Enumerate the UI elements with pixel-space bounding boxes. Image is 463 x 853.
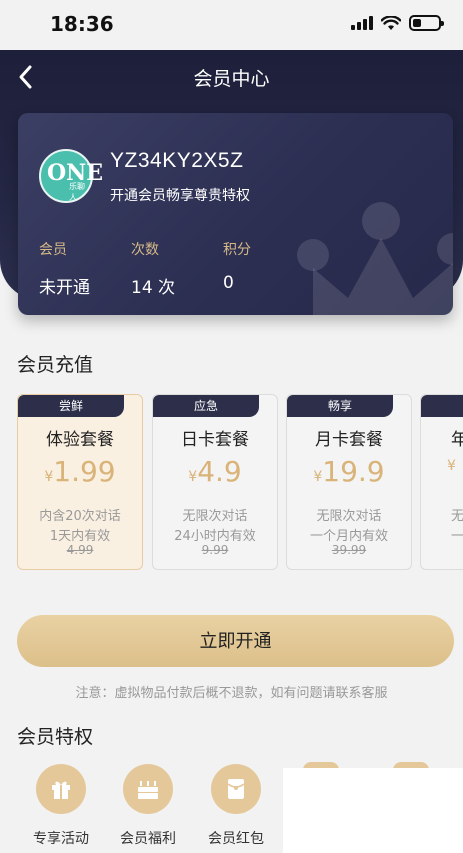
package-name: 体验套餐	[46, 430, 114, 450]
package-price-value: 19.9	[322, 455, 385, 488]
package-name: 年	[451, 430, 463, 450]
package-original-price: 39.99	[331, 543, 367, 557]
currency-symbol: ¥	[188, 469, 198, 485]
currency-symbol: ¥	[447, 458, 456, 474]
package-price: ¥19.9	[287, 455, 411, 488]
cellular-signal-icon	[351, 16, 373, 30]
refund-notice: 注意：虚拟物品付款后概不退款，如有问题请联系客服	[75, 686, 388, 701]
package-desc-2: 24小时内有效	[174, 529, 256, 544]
package-original-price: 4.99	[66, 543, 94, 557]
package-tag	[421, 395, 463, 417]
member-card: ONE 乐聊人 YZ34KY2X5Z 开通会员畅享尊贵特权 会员 未开通 次数 …	[18, 113, 453, 315]
package-desc-2: 1天内有效	[49, 529, 111, 544]
package-price-value: 4.9	[197, 455, 242, 488]
privilege-label: 会员红包	[208, 831, 264, 847]
privilege-label: 会员福利	[120, 831, 176, 847]
privilege-red-envelope[interactable]: 会员红包	[196, 764, 276, 848]
status-bar: 18:36	[0, 0, 463, 50]
user-id: YZ34KY2X5Z	[110, 149, 244, 172]
package-card-trial[interactable]: 尝鲜 体验套餐 ¥1.99 内含20次对话 1天内有效 4.99	[17, 394, 143, 570]
stat-label-membership: 会员	[39, 242, 67, 258]
privilege-label: 专享活动	[33, 831, 89, 847]
stat-label-count: 次数	[131, 242, 159, 258]
stat-value-points: 0	[223, 273, 234, 293]
blank-overlay	[283, 768, 463, 853]
battery-icon	[409, 15, 444, 31]
package-tag: 尝鲜	[18, 395, 124, 417]
wifi-icon	[381, 15, 401, 30]
stat-value-count: 14 次	[131, 278, 176, 298]
package-card-year[interactable]: 年 ¥ 无 一	[420, 394, 463, 570]
crown-watermark-icon	[297, 202, 453, 315]
privileges-section-title: 会员特权	[17, 726, 94, 748]
currency-symbol: ¥	[313, 469, 323, 485]
package-desc-2: 一个月内有效	[309, 529, 388, 544]
package-desc-1: 无限次对话	[182, 509, 248, 524]
package-price: ¥4.9	[153, 455, 277, 488]
package-price-value: 1.99	[53, 455, 116, 488]
red-envelope-icon	[211, 764, 261, 814]
recharge-section-title: 会员充值	[17, 354, 94, 376]
package-price: ¥1.99	[18, 455, 142, 488]
logo-subtext: 乐聊人	[69, 182, 85, 202]
package-desc-1: 内含20次对话	[39, 509, 121, 524]
package-tag: 应急	[153, 395, 259, 417]
package-original-price: 9.99	[201, 543, 229, 557]
privilege-exclusive-events[interactable]: 专享活动	[21, 764, 101, 848]
page-title: 会员中心	[193, 68, 270, 90]
package-desc-1: 无限次对话	[316, 509, 382, 524]
package-price: ¥	[421, 455, 463, 474]
card-subtitle: 开通会员畅享尊贵特权	[110, 188, 250, 204]
stat-value-membership: 未开通	[39, 278, 90, 298]
package-name: 月卡套餐	[315, 430, 383, 450]
cake-icon	[123, 764, 173, 814]
package-list[interactable]: 尝鲜 体验套餐 ¥1.99 内含20次对话 1天内有效 4.99 应急 日卡套餐…	[17, 394, 463, 572]
status-time: 18:36	[50, 12, 114, 36]
currency-symbol: ¥	[44, 469, 54, 485]
package-tag: 畅享	[287, 395, 393, 417]
package-name: 日卡套餐	[181, 430, 249, 450]
gift-icon	[36, 764, 86, 814]
package-card-day[interactable]: 应急 日卡套餐 ¥4.9 无限次对话 24小时内有效 9.99	[152, 394, 278, 570]
stat-label-points: 积分	[223, 242, 251, 258]
package-card-month[interactable]: 畅享 月卡套餐 ¥19.9 无限次对话 一个月内有效 39.99	[286, 394, 412, 570]
activate-now-button[interactable]: 立即开通	[17, 615, 454, 667]
status-icons	[351, 15, 444, 31]
package-desc-1: 无	[451, 509, 463, 524]
app-logo: ONE 乐聊人	[39, 149, 103, 203]
package-desc-2: 一	[451, 529, 463, 544]
privilege-member-benefits[interactable]: 会员福利	[108, 764, 188, 848]
